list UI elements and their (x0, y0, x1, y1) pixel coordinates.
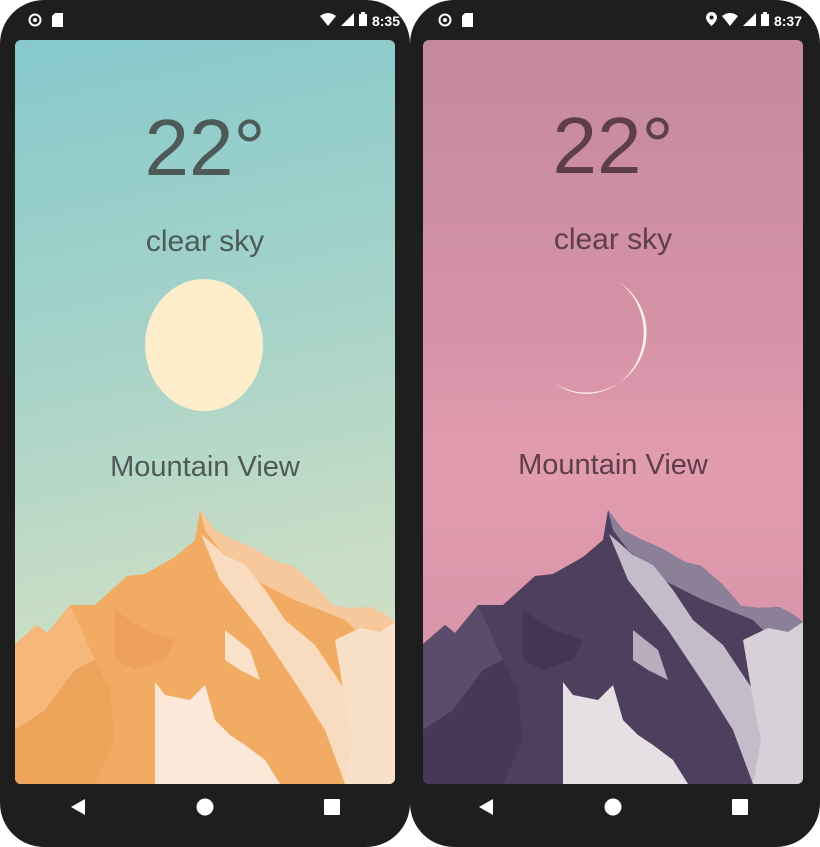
phone-frame-day: 8:35 22° clear sky Mountain View (0, 0, 410, 847)
home-circle-icon (604, 798, 622, 816)
recents-button[interactable] (720, 787, 760, 827)
status-time: 8:37 (773, 12, 802, 29)
status-time: 8:35 (371, 12, 400, 29)
back-button[interactable] (58, 787, 98, 827)
weather-screen-night: 22° clear sky Mountain View (423, 40, 803, 784)
mountain-illustration (15, 510, 395, 784)
battery-icon (358, 12, 367, 29)
navigation-bar (15, 784, 395, 830)
sync-icon (438, 13, 452, 30)
home-button[interactable] (185, 787, 225, 827)
home-button[interactable] (593, 787, 633, 827)
weather-description: clear sky (553, 223, 673, 256)
city-name: Mountain View (110, 451, 300, 483)
temperature-value: 22° (144, 103, 266, 192)
moon-icon (554, 282, 647, 394)
location-icon (705, 12, 717, 29)
home-circle-icon (196, 798, 214, 816)
weather-screen-day: 22° clear sky Mountain View (15, 40, 395, 784)
navigation-bar (423, 784, 803, 830)
signal-icon (340, 12, 354, 29)
sd-card-icon (462, 13, 473, 30)
wifi-icon (721, 12, 738, 29)
recents-square-icon (731, 799, 748, 815)
phone-frame-night: 8:37 22° clear sky Mountain View (410, 0, 820, 847)
recents-square-icon (323, 799, 340, 815)
temperature-value: 22° (552, 101, 674, 190)
weather-description: clear sky (145, 225, 265, 258)
recents-button[interactable] (312, 787, 352, 827)
battery-icon (760, 12, 769, 29)
city-name: Mountain View (518, 449, 708, 481)
back-triangle-icon (479, 799, 494, 815)
sun-icon (145, 279, 263, 411)
back-button[interactable] (466, 787, 506, 827)
status-bar: 8:37 (410, 0, 820, 40)
sd-card-icon (52, 13, 63, 30)
sync-icon (28, 13, 42, 30)
signal-icon (742, 12, 756, 29)
status-bar: 8:35 (0, 0, 410, 40)
mountain-illustration (423, 510, 803, 784)
back-triangle-icon (71, 799, 86, 815)
wifi-icon (319, 12, 336, 29)
